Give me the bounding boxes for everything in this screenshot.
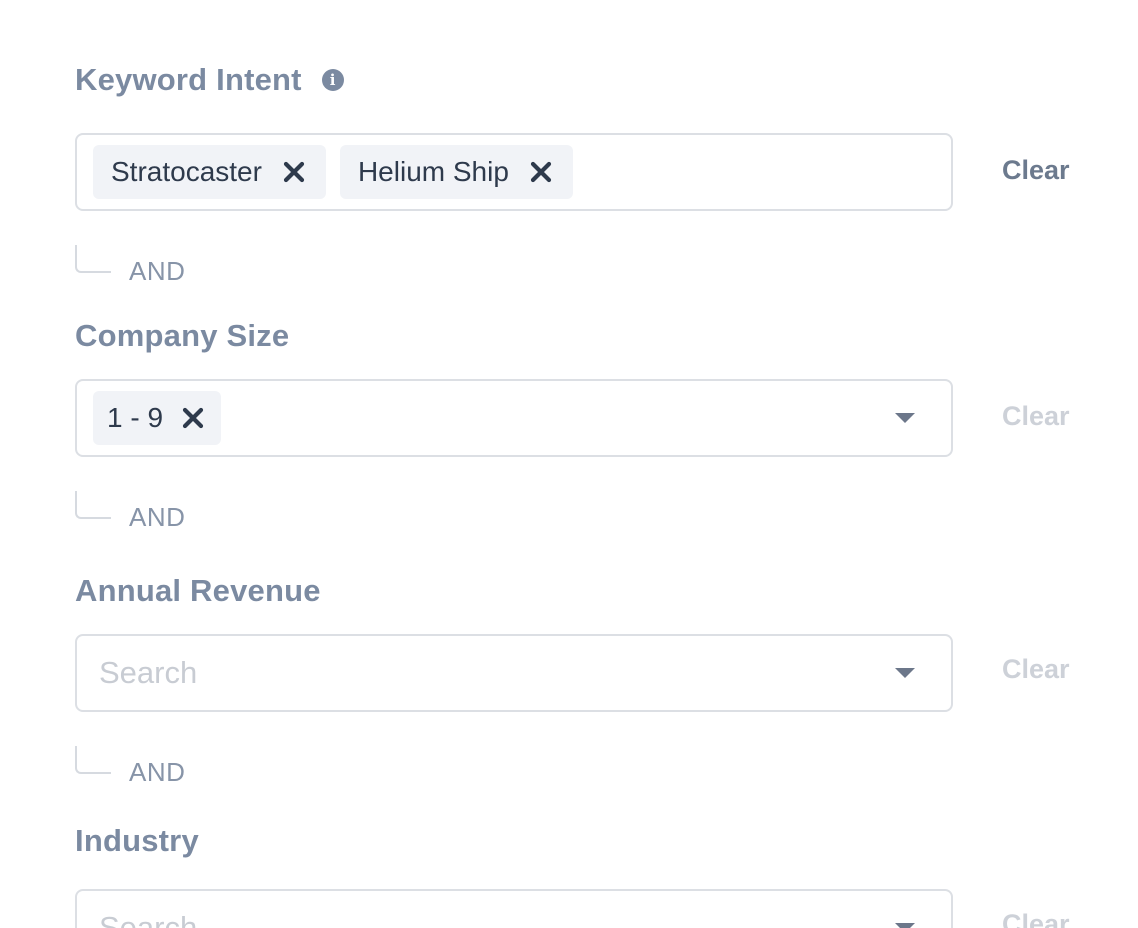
caret-down-icon[interactable]	[895, 668, 915, 678]
annual-revenue-select[interactable]: Search	[75, 634, 953, 712]
filter-label-annual-revenue: Annual Revenue	[75, 573, 321, 609]
and-label: AND	[129, 256, 186, 286]
chip-label: Helium Ship	[357, 156, 509, 187]
clear-button-industry[interactable]: Clear	[1002, 909, 1070, 928]
chip-label: Stratocaster	[111, 156, 262, 187]
connector-line	[75, 491, 111, 519]
filter-label-company-size: Company Size	[75, 318, 289, 354]
filter-label-text: Industry	[75, 823, 199, 858]
and-connector: AND	[75, 746, 185, 787]
industry-select[interactable]: Search	[75, 889, 953, 928]
chip-label: 1 - 9	[107, 402, 164, 433]
x-icon[interactable]	[181, 406, 205, 430]
clear-button-keyword-intent[interactable]: Clear	[1002, 155, 1070, 186]
x-icon[interactable]	[529, 160, 553, 184]
and-label: AND	[129, 502, 186, 532]
x-icon[interactable]	[282, 160, 306, 184]
search-placeholder[interactable]: Search	[93, 655, 197, 691]
filter-label-text: Annual Revenue	[75, 573, 321, 608]
filter-panel: Keyword Intent i Stratocaster Helium Shi…	[0, 0, 1138, 928]
filter-label-text: Keyword Intent	[75, 62, 302, 97]
and-label: AND	[129, 757, 186, 787]
connector-line	[75, 746, 111, 774]
clear-button-company-size[interactable]: Clear	[1002, 401, 1070, 432]
and-connector: AND	[75, 491, 185, 532]
filter-label-text: Company Size	[75, 318, 290, 353]
chip: 1 - 9	[93, 391, 222, 445]
clear-button-annual-revenue[interactable]: Clear	[1002, 654, 1070, 685]
info-icon[interactable]: i	[321, 69, 344, 91]
chip: Helium Ship	[339, 145, 573, 199]
chip: Stratocaster	[93, 145, 326, 199]
keyword-intent-input[interactable]: Stratocaster Helium Ship	[75, 133, 953, 211]
search-placeholder[interactable]: Search	[93, 910, 197, 928]
company-size-select[interactable]: 1 - 9	[75, 379, 953, 457]
and-connector: AND	[75, 245, 185, 286]
filter-label-industry: Industry	[75, 823, 199, 859]
connector-line	[75, 245, 111, 273]
caret-down-icon[interactable]	[895, 923, 915, 928]
caret-down-icon[interactable]	[895, 413, 915, 423]
filter-label-keyword-intent: Keyword Intent i	[75, 62, 344, 98]
